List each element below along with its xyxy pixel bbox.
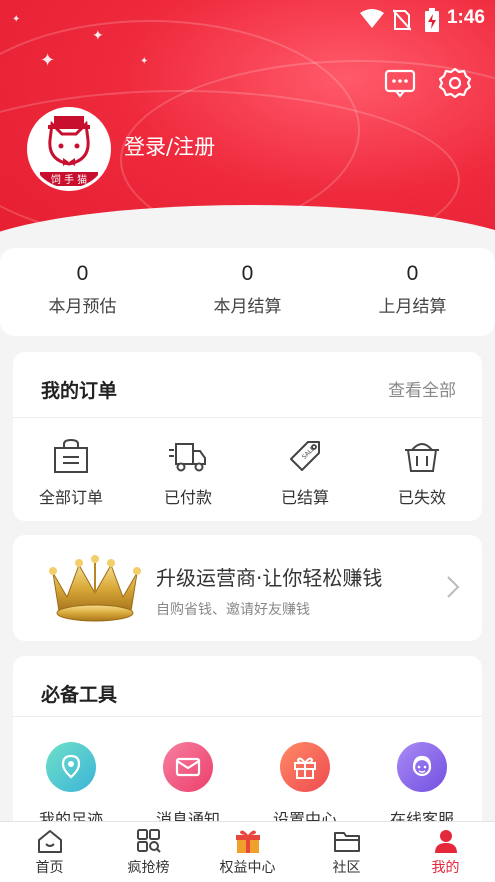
home-icon: [37, 830, 62, 853]
stat-label: 本月结算: [213, 297, 282, 317]
tab-label: 首页: [35, 860, 64, 876]
envelope-icon: [175, 757, 201, 777]
order-label: 全部订单: [38, 488, 103, 507]
avatar[interactable]: 饲 手 猫: [27, 107, 111, 191]
gift-box-icon: [235, 830, 260, 853]
gear-icon[interactable]: [438, 66, 472, 100]
delivery-truck-icon: [169, 443, 206, 472]
basket-icon: [405, 443, 439, 472]
stat-this-month-settled[interactable]: 0 本月结算: [165, 262, 330, 317]
earnings-stats: 0 本月预估 0 本月结算 0 上月结算: [0, 248, 495, 336]
tab-home[interactable]: 首页: [0, 828, 99, 877]
divider: [13, 716, 482, 717]
tab-label: 权益中心: [219, 860, 276, 876]
stat-value: 0: [406, 262, 419, 285]
order-label: 已付款: [163, 488, 212, 507]
tab-benefits-center[interactable]: 权益中心: [198, 828, 297, 877]
sale-tag-icon: SALE: [290, 441, 320, 471]
order-item-all[interactable]: 全部订单: [13, 438, 129, 508]
cat-logo-icon: 饲 手 猫: [30, 110, 108, 188]
wifi-icon: [360, 9, 384, 28]
user-icon: [434, 830, 457, 853]
shopping-bag-icon: [54, 438, 88, 473]
stat-last-month-settled[interactable]: 0 上月结算: [330, 262, 495, 317]
status-bar: 1:46: [0, 0, 495, 36]
grid-search-icon: [136, 829, 161, 853]
crown-icon: [49, 555, 141, 622]
tab-label: 社区: [332, 860, 361, 876]
sparkle-icon: ✦: [40, 50, 56, 71]
tool-icon-circle: [397, 742, 447, 792]
tab-hot-ranking[interactable]: 疯抢榜: [99, 828, 198, 877]
my-orders-card: 我的订单 查看全部 全部订单 已付款 SALE 已结算 已失效: [13, 352, 482, 521]
no-sim-icon: [393, 9, 411, 31]
message-icon[interactable]: [383, 66, 417, 100]
order-label: 已结算: [280, 488, 329, 507]
tool-icon-circle: [163, 742, 213, 792]
tool-notifications[interactable]: 消息通知: [130, 742, 246, 830]
stat-this-month-estimate[interactable]: 0 本月预估: [0, 262, 165, 317]
tab-community[interactable]: 社区: [297, 828, 396, 877]
tools-title: 必备工具: [41, 684, 118, 706]
stat-value: 0: [76, 262, 89, 285]
customer-service-icon: [412, 755, 432, 777]
stat-value: 0: [241, 262, 254, 285]
gift-icon: [294, 757, 316, 779]
login-register-link[interactable]: 登录/注册: [124, 131, 215, 161]
order-label: 已失效: [397, 488, 446, 507]
tab-mine[interactable]: 我的: [396, 828, 495, 877]
stat-label: 本月预估: [48, 297, 117, 317]
tool-icon-circle: [46, 742, 96, 792]
upgrade-title: 升级运营商·让你轻松赚钱: [156, 566, 383, 590]
chevron-right-icon: [447, 576, 460, 598]
tool-icon-circle: [280, 742, 330, 792]
svg-text:饲 手 猫: 饲 手 猫: [51, 173, 87, 186]
tab-label: 我的: [431, 860, 460, 876]
bottom-tab-bar: 首页 疯抢榜 权益中心 社区 我的: [0, 821, 495, 882]
tab-label: 疯抢榜: [127, 860, 170, 876]
view-all-orders-link[interactable]: 查看全部: [388, 376, 456, 401]
tool-my-footprint[interactable]: 我的足迹: [13, 742, 129, 830]
battery-charging-icon: [425, 8, 439, 32]
divider: [13, 417, 482, 418]
orders-title: 我的订单: [41, 380, 118, 402]
order-item-settled[interactable]: SALE 已结算: [247, 438, 363, 508]
folder-icon: [333, 832, 360, 852]
status-time: 1:46: [446, 7, 485, 28]
order-item-paid[interactable]: 已付款: [130, 438, 246, 508]
sparkle-icon: ✦: [140, 56, 149, 67]
upgrade-operator-banner[interactable]: 升级运营商·让你轻松赚钱 自购省钱、邀请好友赚钱: [13, 535, 482, 641]
order-item-expired[interactable]: 已失效: [364, 438, 480, 508]
stat-label: 上月结算: [378, 297, 447, 317]
upgrade-subtitle: 自购省钱、邀请好友赚钱: [156, 602, 310, 618]
tool-online-service[interactable]: 在线客服: [364, 742, 480, 830]
tool-settings-center[interactable]: 设置中心: [247, 742, 363, 830]
location-pin-icon: [61, 754, 81, 779]
